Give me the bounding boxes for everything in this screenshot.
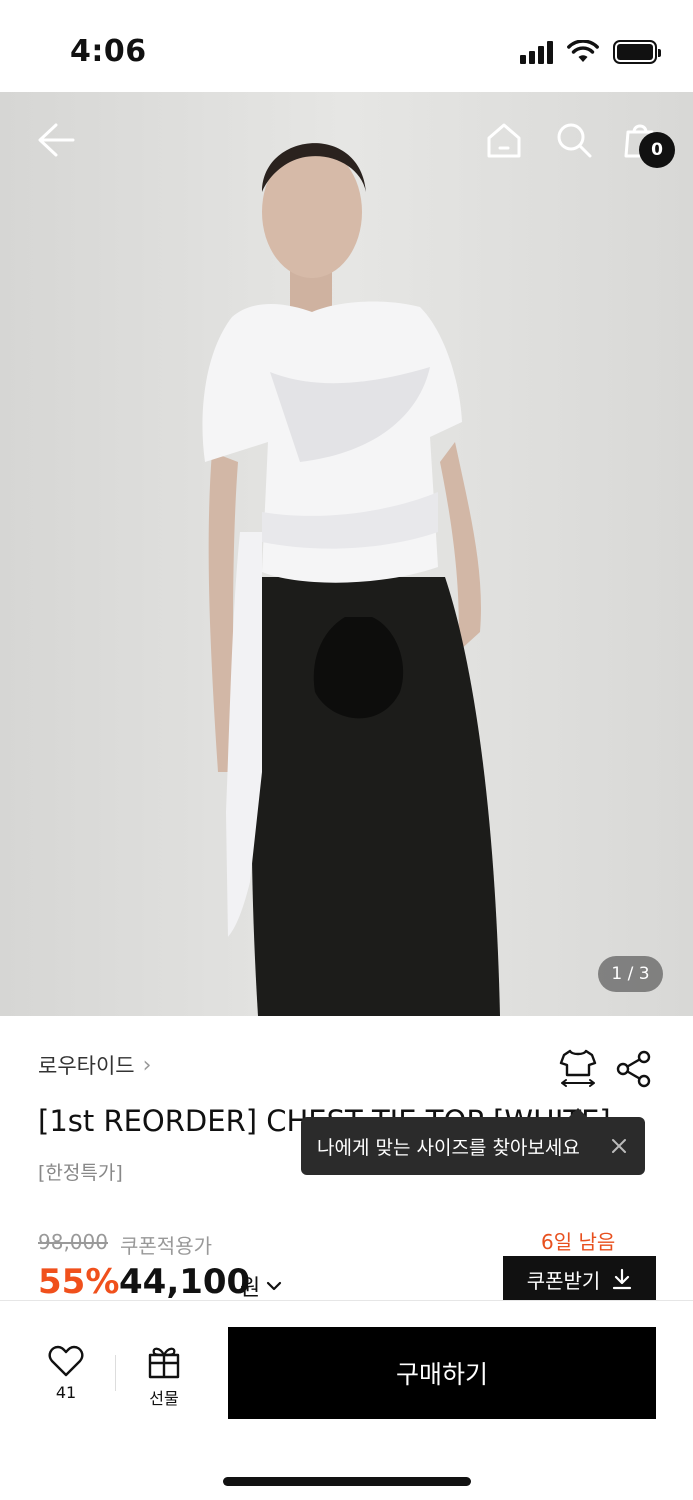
cellular-signal-icon	[520, 40, 553, 64]
size-guide-button[interactable]	[558, 1047, 598, 1089]
image-pager: 1 / 3	[598, 956, 663, 992]
tooltip-text: 나에게 맞는 사이즈를 찾아보세요	[317, 1136, 580, 1159]
currency-label: 원	[240, 1276, 261, 1301]
size-tooltip: 나에게 맞는 사이즈를 찾아보세요	[301, 1108, 645, 1175]
tooltip-close-button[interactable]	[605, 1132, 633, 1160]
like-button[interactable]: 41	[44, 1345, 88, 1402]
gift-label: 선물	[149, 1389, 179, 1408]
discount-rate: 55%	[38, 1262, 120, 1302]
home-button[interactable]	[480, 116, 528, 164]
chevron-down-icon	[267, 1281, 282, 1291]
status-icons	[520, 40, 661, 64]
tshirt-size-icon	[559, 1049, 597, 1087]
arrow-left-icon	[38, 123, 75, 157]
cart-count-badge: 0	[639, 132, 675, 168]
back-button[interactable]	[32, 116, 80, 164]
coupon-download-button[interactable]: 쿠폰받기	[503, 1256, 656, 1302]
download-icon	[613, 1268, 632, 1290]
home-indicator	[223, 1477, 471, 1486]
like-count: 41	[55, 1383, 77, 1402]
share-button[interactable]	[614, 1049, 654, 1089]
buy-button[interactable]: 구매하기	[228, 1327, 656, 1419]
share-icon	[616, 1050, 651, 1088]
divider	[115, 1355, 116, 1391]
bottom-action-bar: 41 선물 구매하기	[0, 1300, 693, 1500]
status-time: 4:06	[70, 34, 147, 69]
product-image-gallery[interactable]: 0 1 / 3	[0, 92, 693, 1016]
chevron-right-icon: ›	[142, 1052, 152, 1078]
product-tag: [한정특가]	[38, 1162, 123, 1184]
original-price: 98,000	[38, 1230, 108, 1254]
product-photo	[0, 92, 693, 1016]
coupon-button-label: 쿠폰받기	[526, 1268, 601, 1293]
search-icon	[557, 123, 592, 158]
gift-button[interactable]: 선물	[140, 1343, 188, 1409]
sale-price: 44,100	[119, 1262, 251, 1302]
gift-icon	[148, 1347, 180, 1379]
close-icon	[612, 1139, 626, 1153]
coupon-price-label: 쿠폰적용가	[120, 1234, 212, 1258]
search-button[interactable]	[550, 116, 598, 164]
time-remaining: 6일 남음	[541, 1230, 616, 1254]
brand-link[interactable]: 로우타이드 ›	[38, 1050, 151, 1080]
price-detail-toggle[interactable]: 원	[240, 1270, 282, 1302]
heart-icon	[48, 1345, 84, 1377]
status-bar: 4:06	[0, 0, 693, 92]
battery-icon	[613, 40, 661, 64]
wifi-icon	[567, 40, 599, 62]
home-icon	[487, 123, 521, 158]
brand-name: 로우타이드	[38, 1054, 135, 1078]
